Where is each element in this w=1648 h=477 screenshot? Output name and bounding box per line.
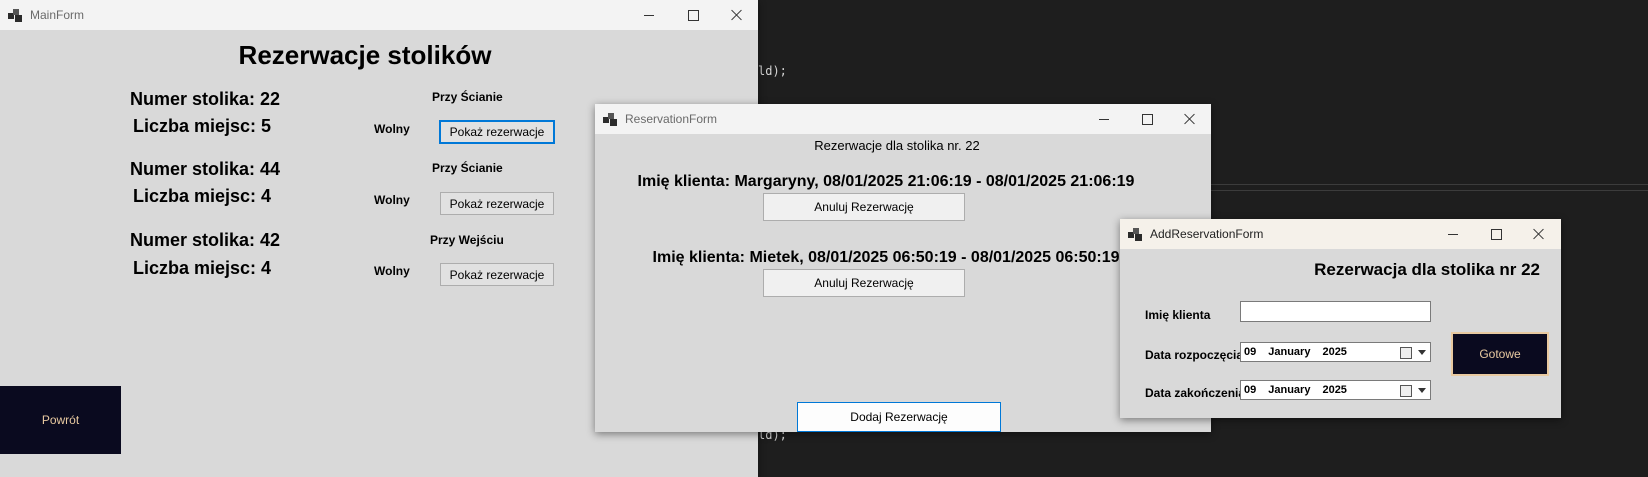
maximize-icon: [687, 9, 699, 21]
close-icon: [1533, 228, 1545, 240]
maximize-icon: [1490, 228, 1502, 240]
close-button[interactable]: [1516, 219, 1562, 249]
client-name-input[interactable]: [1240, 301, 1431, 322]
table-location-label: Przy Ścianie: [432, 90, 503, 104]
show-reservations-button[interactable]: Pokaż rezerwacje: [440, 263, 554, 286]
cancel-reservation-button[interactable]: Anuluj Rezerwację: [763, 193, 965, 221]
chevron-down-icon: [1418, 350, 1426, 355]
back-button[interactable]: Powrót: [0, 386, 121, 454]
reservation-entry: Imię klienta: Mietek, 08/01/2025 06:50:1…: [652, 249, 1120, 266]
close-icon: [1184, 113, 1196, 125]
minimize-button[interactable]: [1430, 219, 1476, 249]
reservation-form-titlebar[interactable]: ReservationForm: [595, 104, 1211, 134]
start-date-picker[interactable]: 09 January 2025: [1240, 342, 1431, 362]
start-date-label: Data rozpoczęcia: [1145, 348, 1244, 362]
close-icon: [731, 9, 743, 21]
app-icon: [603, 112, 617, 126]
editor-divider: [1210, 190, 1648, 191]
close-button[interactable]: [714, 0, 760, 30]
done-button[interactable]: Gotowe: [1451, 332, 1549, 376]
start-date-year: 2025: [1322, 346, 1347, 358]
minimize-icon: [1099, 118, 1109, 120]
reservations-heading: Rezerwacje dla stolika nr. 22: [814, 138, 980, 153]
window-title: AddReservationForm: [1150, 227, 1264, 241]
cancel-reservation-button[interactable]: Anuluj Rezerwację: [763, 269, 965, 297]
start-date-month: January: [1268, 346, 1311, 358]
table-seats-label: Liczba miejsc: 4: [133, 258, 272, 278]
minimize-icon: [644, 14, 654, 16]
app-icon: [1128, 227, 1142, 241]
table-number-label: Numer stolika: 22: [130, 89, 281, 109]
window-title: MainForm: [30, 8, 85, 22]
table-location-label: Przy Wejściu: [430, 233, 504, 247]
maximize-icon: [1141, 113, 1153, 125]
start-date-day: 09: [1244, 346, 1257, 358]
chevron-down-icon: [1418, 388, 1426, 393]
client-name-label: Imię klienta: [1145, 308, 1211, 322]
main-form-titlebar[interactable]: MainForm: [0, 0, 758, 30]
add-reservation-form-titlebar[interactable]: AddReservationForm: [1120, 219, 1561, 249]
minimize-icon: [1448, 233, 1458, 235]
maximize-button[interactable]: [670, 0, 716, 30]
table-number-label: Numer stolika: 44: [130, 159, 281, 179]
app-icon: [8, 8, 22, 22]
maximize-button[interactable]: [1124, 104, 1170, 134]
table-status-label: Wolny: [374, 122, 410, 136]
add-reservation-form-window: AddReservationForm Rezerwacja dla stolik…: [1120, 219, 1561, 418]
table-status-label: Wolny: [374, 264, 410, 278]
window-title: ReservationForm: [625, 112, 718, 126]
table-status-label: Wolny: [374, 193, 410, 207]
table-seats-label: Liczba miejsc: 5: [133, 116, 272, 136]
show-reservations-button[interactable]: Pokaż rezerwacje: [439, 120, 555, 144]
maximize-button[interactable]: [1473, 219, 1519, 249]
minimize-button[interactable]: [1081, 104, 1127, 134]
calendar-icon: [1400, 385, 1412, 397]
table-location-label: Przy Ścianie: [432, 161, 503, 175]
end-date-month: January: [1268, 384, 1311, 396]
table-seats-label: Liczba miejsc: 4: [133, 186, 272, 206]
close-button[interactable]: [1167, 104, 1213, 134]
add-reservation-heading: Rezerwacja dla stolika nr 22: [1314, 260, 1540, 279]
add-reservation-button[interactable]: Dodaj Rezerwację: [797, 402, 1001, 432]
end-date-day: 09: [1244, 384, 1257, 396]
show-reservations-button[interactable]: Pokaż rezerwacje: [440, 192, 554, 215]
minimize-button[interactable]: [626, 0, 672, 30]
reservation-form-window: ReservationForm Rezerwacje dla stolika n…: [595, 104, 1211, 432]
reservation-entry: Imię klienta: Margaryny, 08/01/2025 21:0…: [637, 173, 1135, 190]
page-title: Rezerwacje stolików: [238, 40, 492, 70]
calendar-icon: [1400, 347, 1412, 359]
code-fragment: ld);: [758, 64, 787, 78]
end-date-year: 2025: [1322, 384, 1347, 396]
end-date-label: Data zakończenia: [1145, 386, 1246, 400]
table-number-label: Numer stolika: 42: [130, 230, 281, 250]
end-date-picker[interactable]: 09 January 2025: [1240, 380, 1431, 400]
editor-divider: [1210, 184, 1648, 185]
